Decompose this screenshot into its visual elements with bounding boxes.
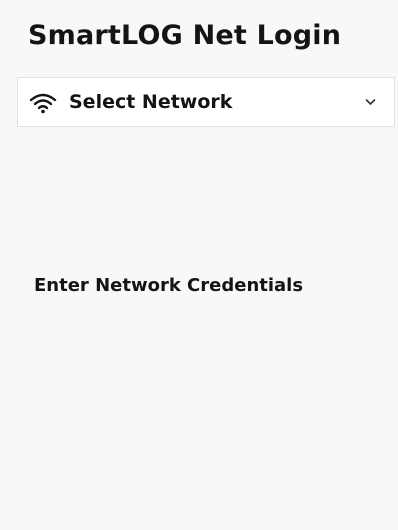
network-select-dropdown[interactable]: Select Network bbox=[17, 77, 395, 127]
chevron-down-icon bbox=[365, 99, 376, 105]
credentials-heading: Enter Network Credentials bbox=[34, 275, 304, 296]
wifi-icon bbox=[29, 93, 57, 114]
network-select-label: Select Network bbox=[69, 91, 233, 113]
login-page: SmartLOG Net Login Select Network Enter … bbox=[0, 0, 398, 530]
page-title: SmartLOG Net Login bbox=[28, 20, 342, 51]
